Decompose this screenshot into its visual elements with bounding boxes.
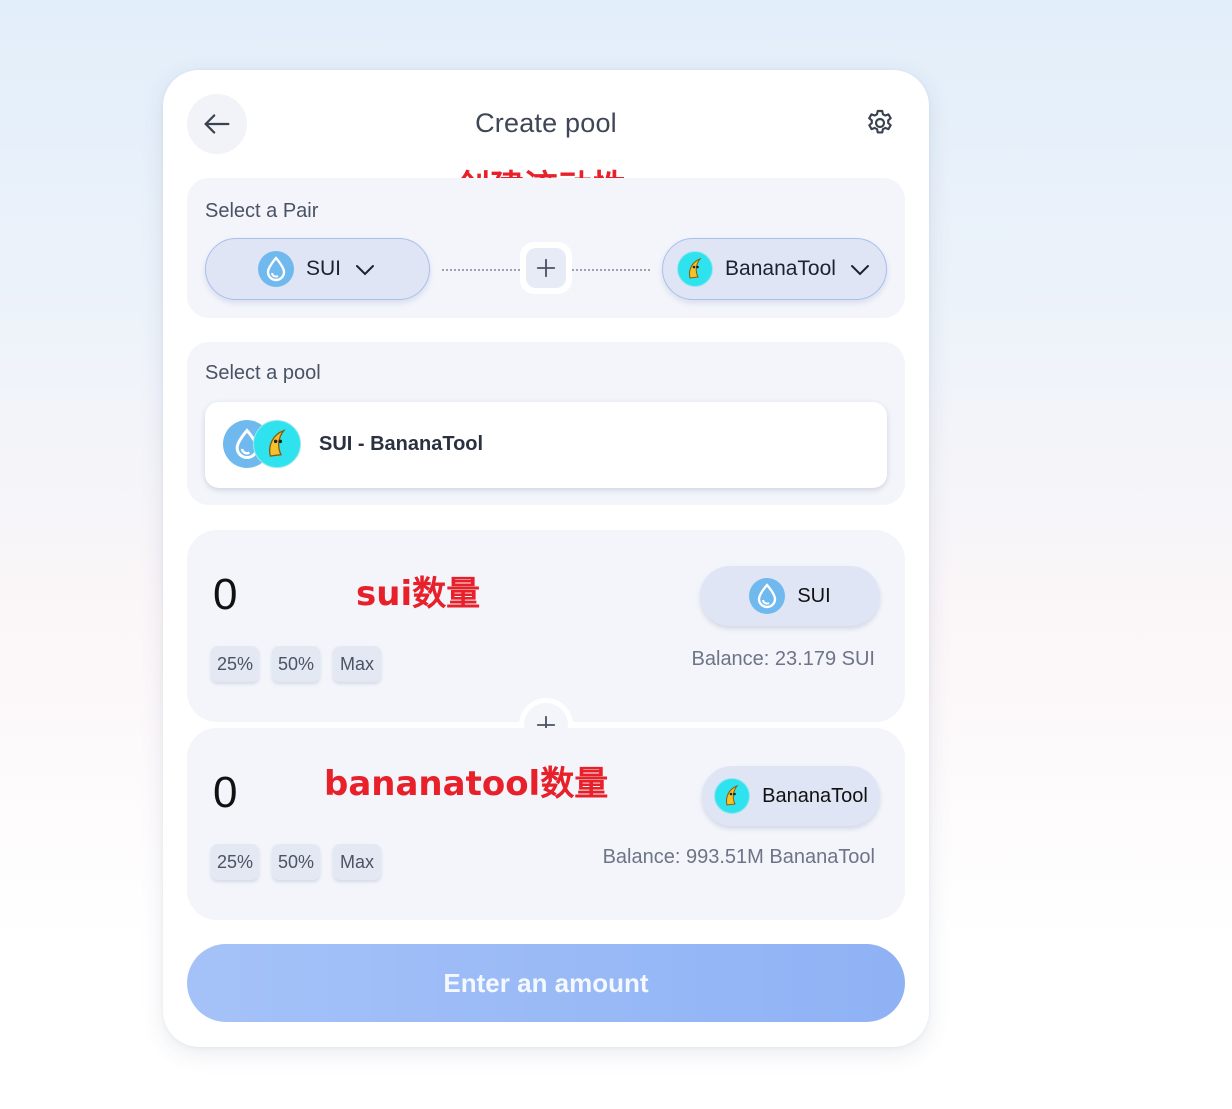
pool-section: Select a pool SUI - BananaTool bbox=[187, 342, 905, 505]
plus-icon bbox=[536, 258, 556, 278]
token-b-pill-symbol: BananaTool bbox=[762, 784, 868, 807]
page-title: Create pool bbox=[475, 108, 617, 138]
token-a-pill[interactable]: SUI bbox=[700, 566, 880, 626]
settings-button[interactable] bbox=[863, 106, 897, 140]
pool-section-label: Select a pool bbox=[205, 362, 321, 384]
pair-connector-left bbox=[442, 269, 520, 271]
pct-50-button-b[interactable]: 50% bbox=[272, 844, 320, 880]
pct-25-button-a[interactable]: 25% bbox=[211, 646, 259, 682]
pool-name: SUI - BananaTool bbox=[319, 433, 484, 455]
token-b-select[interactable]: BananaTool bbox=[662, 238, 887, 300]
amount-card-a: 0 sui数量 25% 50% Max SUI Balance: 23.179 … bbox=[187, 530, 905, 722]
pool-pair-icons bbox=[223, 420, 305, 470]
amount-card-b: 0 bananatool数量 25% 50% Max BananaTool Ba… bbox=[187, 728, 905, 920]
chevron-down-icon bbox=[356, 265, 374, 276]
pair-section: Select a Pair SUI BananaTool bbox=[187, 178, 905, 318]
token-a-select[interactable]: SUI bbox=[205, 238, 430, 300]
create-pool-card: Create pool 创建流动性 Select a Pair SUI bbox=[163, 70, 929, 1047]
pct-25-button-b[interactable]: 25% bbox=[211, 844, 259, 880]
bananatool-logo-icon bbox=[714, 778, 751, 814]
token-b-symbol: BananaTool bbox=[725, 257, 836, 280]
token-a-pill-symbol: SUI bbox=[797, 584, 831, 607]
pool-option[interactable]: SUI - BananaTool bbox=[205, 402, 887, 488]
pct-50-button-a[interactable]: 50% bbox=[272, 646, 320, 682]
sui-drop-icon bbox=[749, 578, 786, 614]
amount-a-annotation: sui数量 bbox=[356, 574, 481, 614]
pair-connector-right bbox=[572, 269, 650, 271]
pair-section-label: Select a Pair bbox=[205, 200, 319, 222]
bananatool-logo-icon bbox=[253, 420, 301, 468]
amount-input-a[interactable]: 0 bbox=[213, 570, 237, 620]
gear-icon bbox=[868, 109, 892, 134]
enter-amount-button[interactable]: Enter an amount bbox=[187, 944, 905, 1022]
amount-input-b[interactable]: 0 bbox=[213, 768, 237, 818]
pair-plus-box bbox=[520, 242, 572, 294]
balance-a: Balance: 23.179 SUI bbox=[691, 648, 875, 670]
max-button-a[interactable]: Max bbox=[333, 646, 381, 682]
chevron-down-icon bbox=[850, 265, 869, 276]
max-button-b[interactable]: Max bbox=[333, 844, 381, 880]
bananatool-logo-icon bbox=[677, 251, 714, 287]
token-a-symbol: SUI bbox=[305, 257, 341, 280]
balance-b: Balance: 993.51M BananaTool bbox=[602, 846, 875, 868]
sui-drop-icon bbox=[257, 251, 294, 287]
amount-b-annotation: bananatool数量 bbox=[324, 764, 609, 804]
token-b-pill[interactable]: BananaTool bbox=[702, 766, 880, 826]
